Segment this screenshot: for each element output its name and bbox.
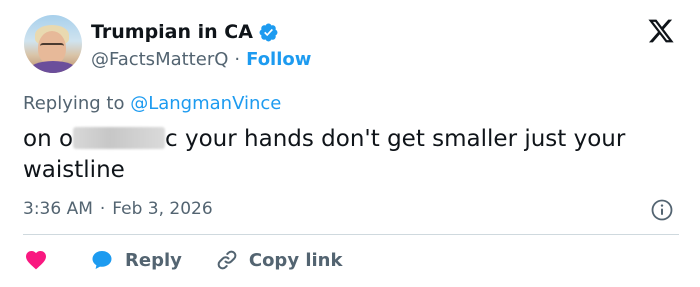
like-button[interactable] <box>23 248 49 272</box>
reply-label: Reply <box>125 249 182 271</box>
heart-icon <box>26 251 46 270</box>
info-icon[interactable] <box>650 198 674 222</box>
reply-mention-link[interactable]: @LangmanVince <box>130 93 281 114</box>
replying-to: Replying to @LangmanVince <box>23 93 281 114</box>
reply-button[interactable]: Reply <box>89 248 182 272</box>
verified-badge-icon <box>259 23 278 41</box>
tweet-text-start: on o <box>23 126 74 152</box>
redacted-word <box>73 127 166 149</box>
action-bar: Reply Copy link <box>23 247 342 273</box>
author-handle[interactable]: @FactsMatterQ <box>91 49 228 70</box>
x-logo-icon[interactable] <box>647 17 675 45</box>
divider <box>23 234 679 235</box>
reply-bubble-icon <box>92 251 112 269</box>
author-handle-row: @FactsMatterQ · Follow <box>91 47 311 71</box>
avatar[interactable] <box>24 15 82 73</box>
tweet-timestamp[interactable]: 3:36 AM · Feb 3, 2026 <box>23 197 213 221</box>
separator-dot: · <box>99 199 106 219</box>
link-icon <box>217 250 237 270</box>
separator-dot: · <box>234 48 241 70</box>
replying-to-label: Replying to <box>23 93 125 114</box>
tweet-text: on oc your hands don't get smaller just … <box>23 124 683 186</box>
tweet-time: 3:36 AM <box>23 199 93 219</box>
copy-link-button[interactable]: Copy link <box>215 248 343 272</box>
copy-link-label: Copy link <box>248 249 343 271</box>
author-display-name[interactable]: Trumpian in CA <box>91 21 253 43</box>
author-name-row: Trumpian in CA <box>91 20 279 44</box>
tweet-date: Feb 3, 2026 <box>112 199 213 219</box>
follow-button[interactable]: Follow <box>246 49 311 70</box>
tweet-card: Trumpian in CA @FactsMatterQ · Follow Re… <box>0 0 700 287</box>
